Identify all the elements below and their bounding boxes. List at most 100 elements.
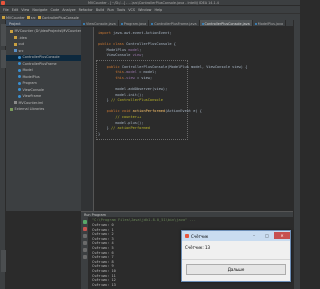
project-tree-item[interactable]: out [6,42,81,48]
code-line: ModelPlus model; [98,47,142,52]
console-output-line: Счётчик: 12 [92,278,116,283]
code-editor[interactable]: import java.awt.event.ActionEvent; public… [94,27,293,211]
console-output-line: Счётчик: 3 [92,236,114,241]
menu-item-code[interactable]: Code [51,8,60,12]
editor-tab[interactable]: ControllerPlusFrame.java [149,20,200,26]
project-tree-item[interactable]: ModelPlus [6,75,81,81]
clear-icon[interactable] [82,255,87,259]
project-tool-tab[interactable] [0,24,6,46]
breadcrumb-item[interactable]: ControllerPlusConsole [37,16,79,20]
menu-item-refactor[interactable]: Refactor [79,8,93,12]
project-tree-item[interactable]: ViewConsole [6,88,81,94]
code-token: java.awt.event.ActionEvent; [113,31,172,35]
project-tree-label: Model [22,68,33,72]
code-token: model [128,47,140,52]
code-token: ControllerPlusConsole { [126,42,176,47]
console-output-line: Счётчик: 13 [92,282,116,287]
menu-item-view[interactable]: View [21,8,29,12]
project-tree-item[interactable]: src [6,49,81,55]
console-output-line: Счётчик: 5 [92,246,114,250]
menu-item-window[interactable]: Window [138,8,151,12]
console-command-line: "C:\Program Files\Java\jdk1.8.0_51\bin\j… [92,218,196,222]
next-button[interactable]: Дальше [186,264,286,275]
menu-bar: File Edit View Navigate Code Analyze Refactor B… [0,6,300,13]
project-tree-label: ModelPlus [22,74,40,79]
console-output-line: Счётчик: 7 [92,255,114,260]
editor-tab[interactable]: ControllerPlusConsole.java [199,20,253,26]
class-icon [18,55,21,59]
maximize-button[interactable]: □ [261,232,273,239]
dialog-title-bar[interactable]: Счётчик – □ ✕ [182,231,290,241]
favorites-tool-tab[interactable] [0,250,6,272]
project-panel-header[interactable]: Project [6,20,81,27]
minimize-button[interactable]: – [248,232,260,239]
code-line: public ControllerPlusConsole(ModelPlus m… [98,65,248,69]
project-tree-label: out [18,42,25,46]
class-icon [18,68,21,72]
menu-item-run[interactable]: Run [107,8,114,12]
console-output-line: Счётчик: 8 [92,259,114,264]
editor-gutter[interactable] [81,27,94,211]
breadcrumb: MVCounter src ControllerPlusConsole [0,13,300,20]
window-title: MVCounter - [~/D:/…] - ...\src\Controlle… [88,1,219,5]
code-token: model [126,70,137,75]
code-token: ViewConsole [98,53,133,58]
class-icon [83,22,85,25]
code-token: } [98,126,111,131]
console-output-line: Счётчик: 9 [92,264,114,269]
stop-icon[interactable] [82,227,87,231]
project-tree-item[interactable]: Program [6,81,81,87]
src-folder-icon [14,49,17,52]
project-tree-item[interactable]: MVCounter.iml [6,101,81,107]
menu-item-help[interactable]: Help [154,8,162,12]
breadcrumb-item[interactable]: src [26,15,36,20]
project-tree-item[interactable]: ControllerPlusConsole [6,55,81,61]
print-icon[interactable] [82,248,87,252]
breadcrumb-label: src [30,15,36,20]
menu-item-navigate[interactable]: Navigate [32,8,47,12]
menu-item-edit[interactable]: Edit [12,8,19,12]
editor-tab[interactable]: ViewConsole.java [81,20,119,26]
project-tree-label: External Libraries [14,107,45,111]
run-toolbar [81,217,88,289]
menu-item-analyze[interactable]: Analyze [62,8,75,12]
project-tree-item[interactable]: ControllerPlusFrame [6,62,81,68]
counter-dialog: Счётчик – □ ✕ Счётчик: 13 Дальше [181,230,291,282]
menu-item-tools[interactable]: Tools [117,8,125,12]
project-tree-label: ControllerPlusFrame [22,61,57,66]
project-tree-item[interactable]: External Libraries [6,107,81,113]
code-token: } [98,131,101,136]
code-token: = view; [134,75,153,80]
close-button[interactable]: ✕ [274,232,290,239]
project-tree-item[interactable]: MVCounter (D:\IdeaProjects\MVCounter) [6,29,83,35]
code-line: } // ControllerPlusConsole [98,98,163,102]
breadcrumb-label: MVCounter [6,15,25,20]
structure-tool-tab[interactable] [0,50,6,68]
menu-item-vcs[interactable]: VCS [128,8,135,12]
code-token: // counter++ [115,115,142,119]
project-tree-item[interactable]: Model [6,68,81,74]
breadcrumb-item[interactable]: MVCounter [2,16,25,20]
code-token: view [132,53,142,58]
project-tree-label: Program [22,81,37,85]
code-token: model.plus(); [98,120,144,125]
pause-icon[interactable] [82,234,87,238]
iml-file-icon [14,101,17,104]
scroll-to-end-icon[interactable] [82,241,87,245]
project-tree-item[interactable]: .idea [6,36,81,42]
project-tree-item[interactable]: ViewFrame [6,94,81,100]
project-tree-label: MVCounter (D:\IdeaProjects\MVCounter) [14,29,83,33]
console-output-line: Счётчик: 6 [92,250,114,255]
rerun-icon[interactable] [82,220,87,224]
code-line: model.plus(); [98,121,143,125]
code-token: // ControllerPlusConsole [110,98,163,103]
folder-icon [37,16,41,19]
menu-item-file[interactable]: File [3,8,9,12]
editor-tab[interactable]: ModelPlus.java [253,20,287,26]
menu-item-build[interactable]: Build [96,8,105,12]
folder-icon [14,36,17,39]
editor-tab[interactable]: Program.java [119,20,150,26]
code-line: } // actionPerformed [98,126,150,130]
code-token: model.init(); [98,92,144,97]
counter-label: Счётчик: 13 [185,245,211,250]
